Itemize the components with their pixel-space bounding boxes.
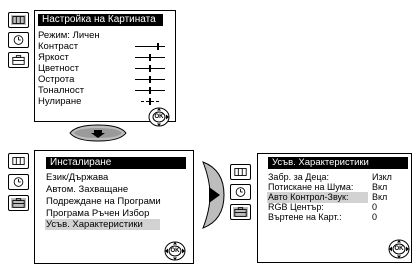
contrast-slider[interactable] [135,43,165,50]
mode-row[interactable]: Режим: Личен [38,30,100,41]
ok-label: OK [154,114,164,120]
toolbox-icon [234,207,247,217]
brightness-slider[interactable] [135,54,165,61]
reset-indicator[interactable] [141,98,159,105]
mode-value: Личен [72,30,100,41]
advanced-features-panel: Усъв. Характеристики Забр. за Деца: Изкл… [257,153,412,263]
right-arrow-icon [202,161,225,229]
ok-button[interactable]: OK [387,239,411,259]
picture-menu-icon-3[interactable] [230,164,251,180]
setup-menu-icon[interactable] [8,52,29,68]
menu-item-auto-tune[interactable]: Автом. Захващане [46,184,128,195]
ok-label: OK [170,248,180,254]
picture-settings-panel: Настройка на Картината Режим: Личен Конт… [34,10,176,127]
setup-menu-icon-2[interactable] [8,195,29,211]
panel-title: Инсталиране [46,157,186,169]
timer-menu-icon-2[interactable] [8,174,29,190]
timer-menu-icon-3[interactable] [230,184,251,200]
brightness-label[interactable]: Яркост [38,52,69,63]
ok-button[interactable]: OK [163,241,187,261]
mode-label: Режим: [38,30,70,41]
clock-icon [13,177,24,187]
picture-rotation-label[interactable]: Въртене на Карт.: [268,212,342,223]
toolbox-icon [12,198,25,208]
picture-rotation-value: 0 [372,212,378,222]
menu-item-advanced-features[interactable]: Усъв. Характеристики [45,219,160,230]
contrast-label[interactable]: Контраст [38,41,78,52]
reset-label[interactable]: Нулиране [38,96,81,107]
menu-item-sort-programs[interactable]: Подреждане на Програми [46,196,161,207]
tv-picture-icon [12,16,25,24]
ok-button[interactable]: OK [147,107,171,127]
clock-icon [235,187,246,197]
picture-menu-icon[interactable] [8,12,29,28]
panel-title: Усъв. Характеристики [268,157,408,169]
clock-icon [13,35,24,45]
menu-item-manual-tune[interactable]: Програма Ръчен Избор [46,208,149,219]
sharpness-label[interactable]: Острота [38,74,74,85]
picture-menu-icon-2[interactable] [8,153,29,169]
installation-panel: Инсталиране Език/Държава Автом. Захващан… [34,150,194,264]
tv-picture-icon [234,168,247,176]
panel-title: Настройка на Картината [38,14,163,26]
down-arrow-icon [69,124,127,142]
color-slider[interactable] [135,65,165,72]
setup-menu-icon-3[interactable] [230,204,251,220]
ok-label: OK [394,246,404,252]
tv-picture-icon [12,157,25,165]
sharpness-slider[interactable] [135,76,165,83]
hue-label[interactable]: Тоналност [38,85,84,96]
timer-menu-icon[interactable] [8,32,29,48]
toolbox-icon [12,55,25,65]
hue-slider[interactable] [135,87,165,94]
menu-item-language[interactable]: Език/Държава [46,172,108,183]
color-label[interactable]: Цветност [38,63,79,74]
